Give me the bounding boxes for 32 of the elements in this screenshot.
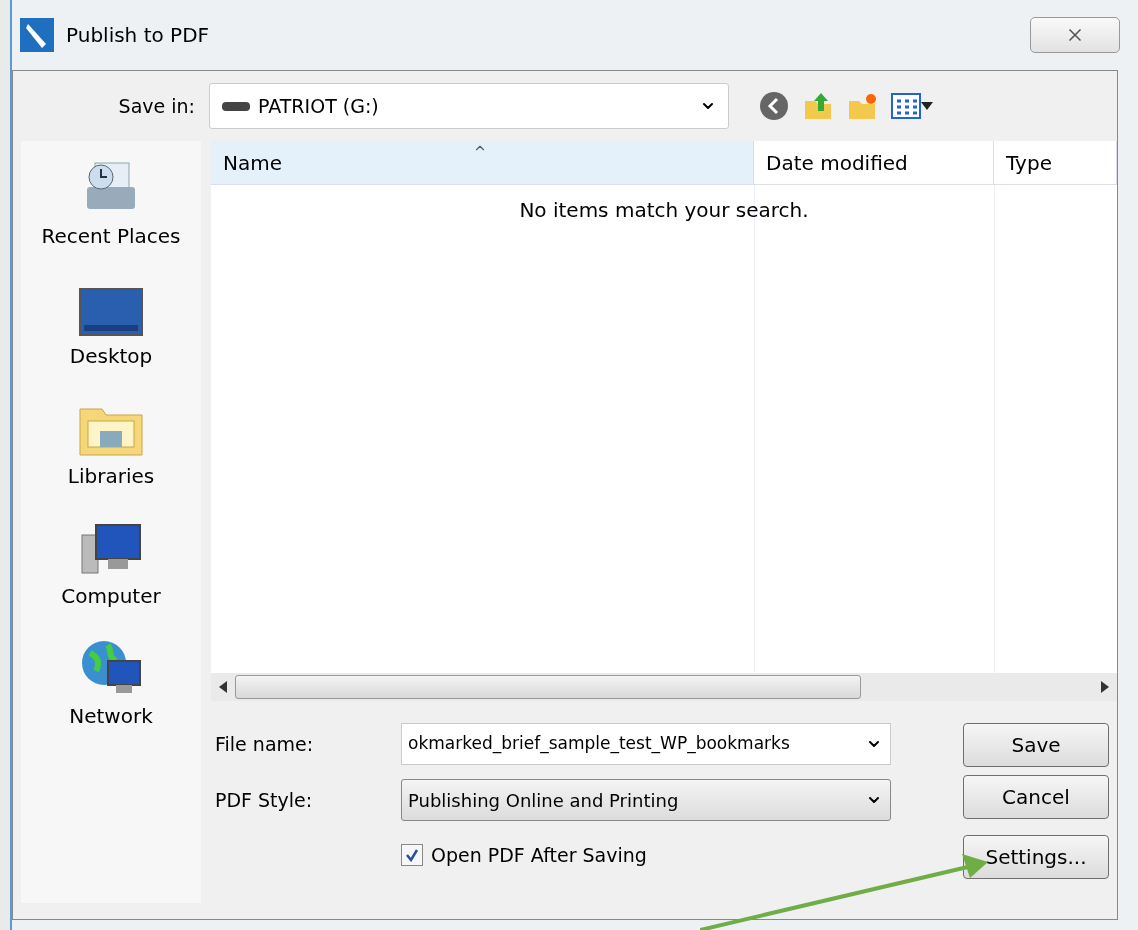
- pen-logo-icon: [20, 18, 54, 52]
- scroll-right-icon[interactable]: [1101, 681, 1109, 693]
- place-item[interactable]: Computer: [61, 581, 161, 611]
- pdf-style-label: PDF Style:: [214, 787, 314, 813]
- file-name-label: File name:: [214, 731, 315, 757]
- column-header[interactable]: Name: [211, 141, 754, 184]
- checkbox[interactable]: [401, 844, 423, 867]
- empty-message: No items match your search.: [518, 197, 810, 224]
- place-item[interactable]: Desktop: [69, 341, 153, 371]
- new-folder-icon[interactable]: [847, 91, 877, 121]
- monitor-icon: [78, 287, 144, 337]
- close-button[interactable]: [1030, 17, 1120, 53]
- horizontal-scrollbar[interactable]: [211, 673, 1117, 701]
- dialog-button[interactable]: Cancel: [963, 775, 1109, 819]
- window-title: Publish to PDF: [66, 22, 210, 49]
- back-icon[interactable]: [759, 91, 789, 121]
- pdf-style-dropdown[interactable]: Publishing Online and Printing: [401, 779, 891, 821]
- check-icon: [405, 848, 419, 863]
- place-item[interactable]: Recent Places: [41, 221, 181, 251]
- checkbox-label[interactable]: Open PDF After Saving: [431, 841, 647, 870]
- computer-icon: [78, 521, 144, 577]
- view-menu-icon[interactable]: [891, 93, 933, 119]
- location-dropdown[interactable]: PATRIOT (G:): [209, 83, 729, 129]
- dialog-button[interactable]: Save: [963, 723, 1109, 767]
- file-name-field[interactable]: okmarked_brief_sample_test_WP_bookmarks: [401, 723, 891, 765]
- save-in-label: Save in:: [117, 93, 196, 119]
- scroll-left-icon[interactable]: [219, 681, 227, 693]
- drive-icon: [222, 100, 250, 112]
- place-item[interactable]: Libraries: [67, 461, 155, 491]
- dialog-button[interactable]: Settings...: [963, 835, 1109, 879]
- folder-up-icon[interactable]: [803, 91, 833, 121]
- place-item[interactable]: Network: [69, 701, 153, 731]
